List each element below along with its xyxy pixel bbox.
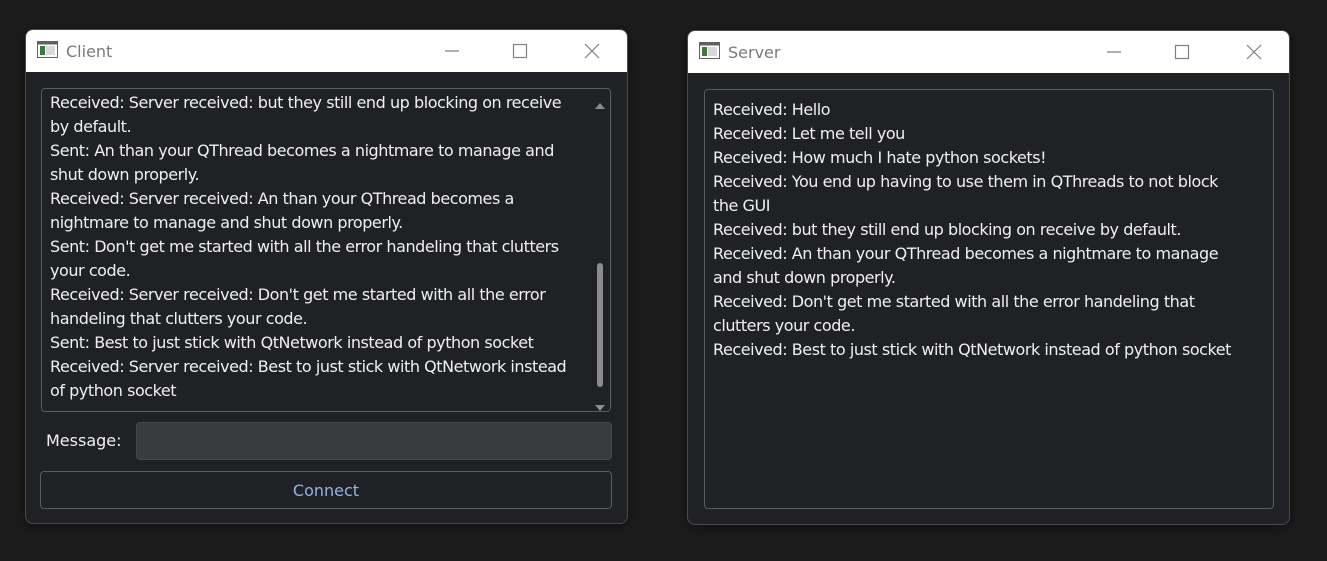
scroll-up-arrow-icon[interactable]	[594, 94, 606, 109]
scrollbar-thumb[interactable]	[597, 263, 603, 387]
window-title: Client	[66, 42, 113, 61]
log-line: Received: but they still end up blocking…	[713, 220, 1181, 239]
app-window-icon	[699, 42, 720, 59]
log-line: Received: Server received: Best to just …	[50, 357, 567, 376]
client-titlebar[interactable]: Client	[26, 30, 627, 72]
log-line: Sent: An than your QThread becomes a nig…	[50, 141, 554, 160]
log-line: Received: How much I hate python sockets…	[713, 148, 1047, 167]
log-line: the GUI	[713, 196, 771, 215]
vertical-scrollbar[interactable]	[592, 91, 608, 411]
scroll-down-arrow-icon[interactable]	[594, 396, 606, 411]
log-line: handeling that clutters your code.	[50, 309, 308, 328]
minimize-icon	[444, 43, 460, 59]
message-input[interactable]	[136, 422, 612, 460]
log-line: Received: You end up having to use them …	[713, 172, 1218, 191]
server-log-lines: Received: Hello Received: Let me tell yo…	[713, 98, 1265, 362]
client-log-textbox[interactable]: Received: Server received: but they stil…	[41, 88, 611, 412]
log-line: Received: Hello	[713, 100, 831, 119]
log-line: your code.	[50, 261, 131, 280]
server-titlebar[interactable]: Server	[688, 31, 1289, 73]
log-line: of python socket	[50, 381, 177, 400]
log-line: clutters your code.	[713, 316, 855, 335]
close-button[interactable]	[569, 30, 615, 72]
log-line: Received: Server received: but they stil…	[50, 93, 562, 112]
log-line: nightmare to manage and shut down proper…	[50, 213, 403, 232]
log-line: shut down properly.	[50, 165, 200, 184]
connect-button[interactable]: Connect	[40, 471, 612, 509]
log-line: Sent: Don't get me started with all the …	[50, 237, 559, 256]
window-title: Server	[728, 43, 781, 62]
log-line: and shut down properly.	[713, 268, 896, 287]
server-window: Server Received: Hello Received: Let me …	[687, 30, 1290, 525]
close-button[interactable]	[1231, 31, 1277, 73]
desktop: Client Received: Server received: but th…	[0, 0, 1327, 561]
log-line: Received: Let me tell you	[713, 124, 905, 143]
log-line: Received: Server received: Don't get me …	[50, 285, 546, 304]
minimize-icon	[1106, 44, 1122, 60]
maximize-button[interactable]	[497, 30, 543, 72]
server-log-textbox[interactable]: Received: Hello Received: Let me tell yo…	[704, 89, 1274, 509]
message-label: Message:	[46, 431, 122, 450]
minimize-button[interactable]	[1091, 31, 1137, 73]
log-line: Sent: Best to just stick with QtNetwork …	[50, 333, 534, 352]
log-line: by default.	[50, 117, 132, 136]
log-line: Received: Don't get me started with all …	[713, 292, 1195, 311]
close-icon	[584, 43, 600, 59]
app-window-icon	[37, 41, 58, 58]
close-icon	[1246, 44, 1262, 60]
maximize-icon	[1174, 44, 1190, 60]
log-line: Received: An than your QThread becomes a…	[713, 244, 1219, 263]
client-window: Client Received: Server received: but th…	[25, 29, 628, 524]
log-line: Received: Best to just stick with QtNetw…	[713, 340, 1231, 359]
minimize-button[interactable]	[429, 30, 475, 72]
log-line: Received: Server received: An than your …	[50, 189, 514, 208]
maximize-button[interactable]	[1159, 31, 1205, 73]
client-log-lines: Received: Server received: but they stil…	[50, 91, 590, 403]
maximize-icon	[512, 43, 528, 59]
